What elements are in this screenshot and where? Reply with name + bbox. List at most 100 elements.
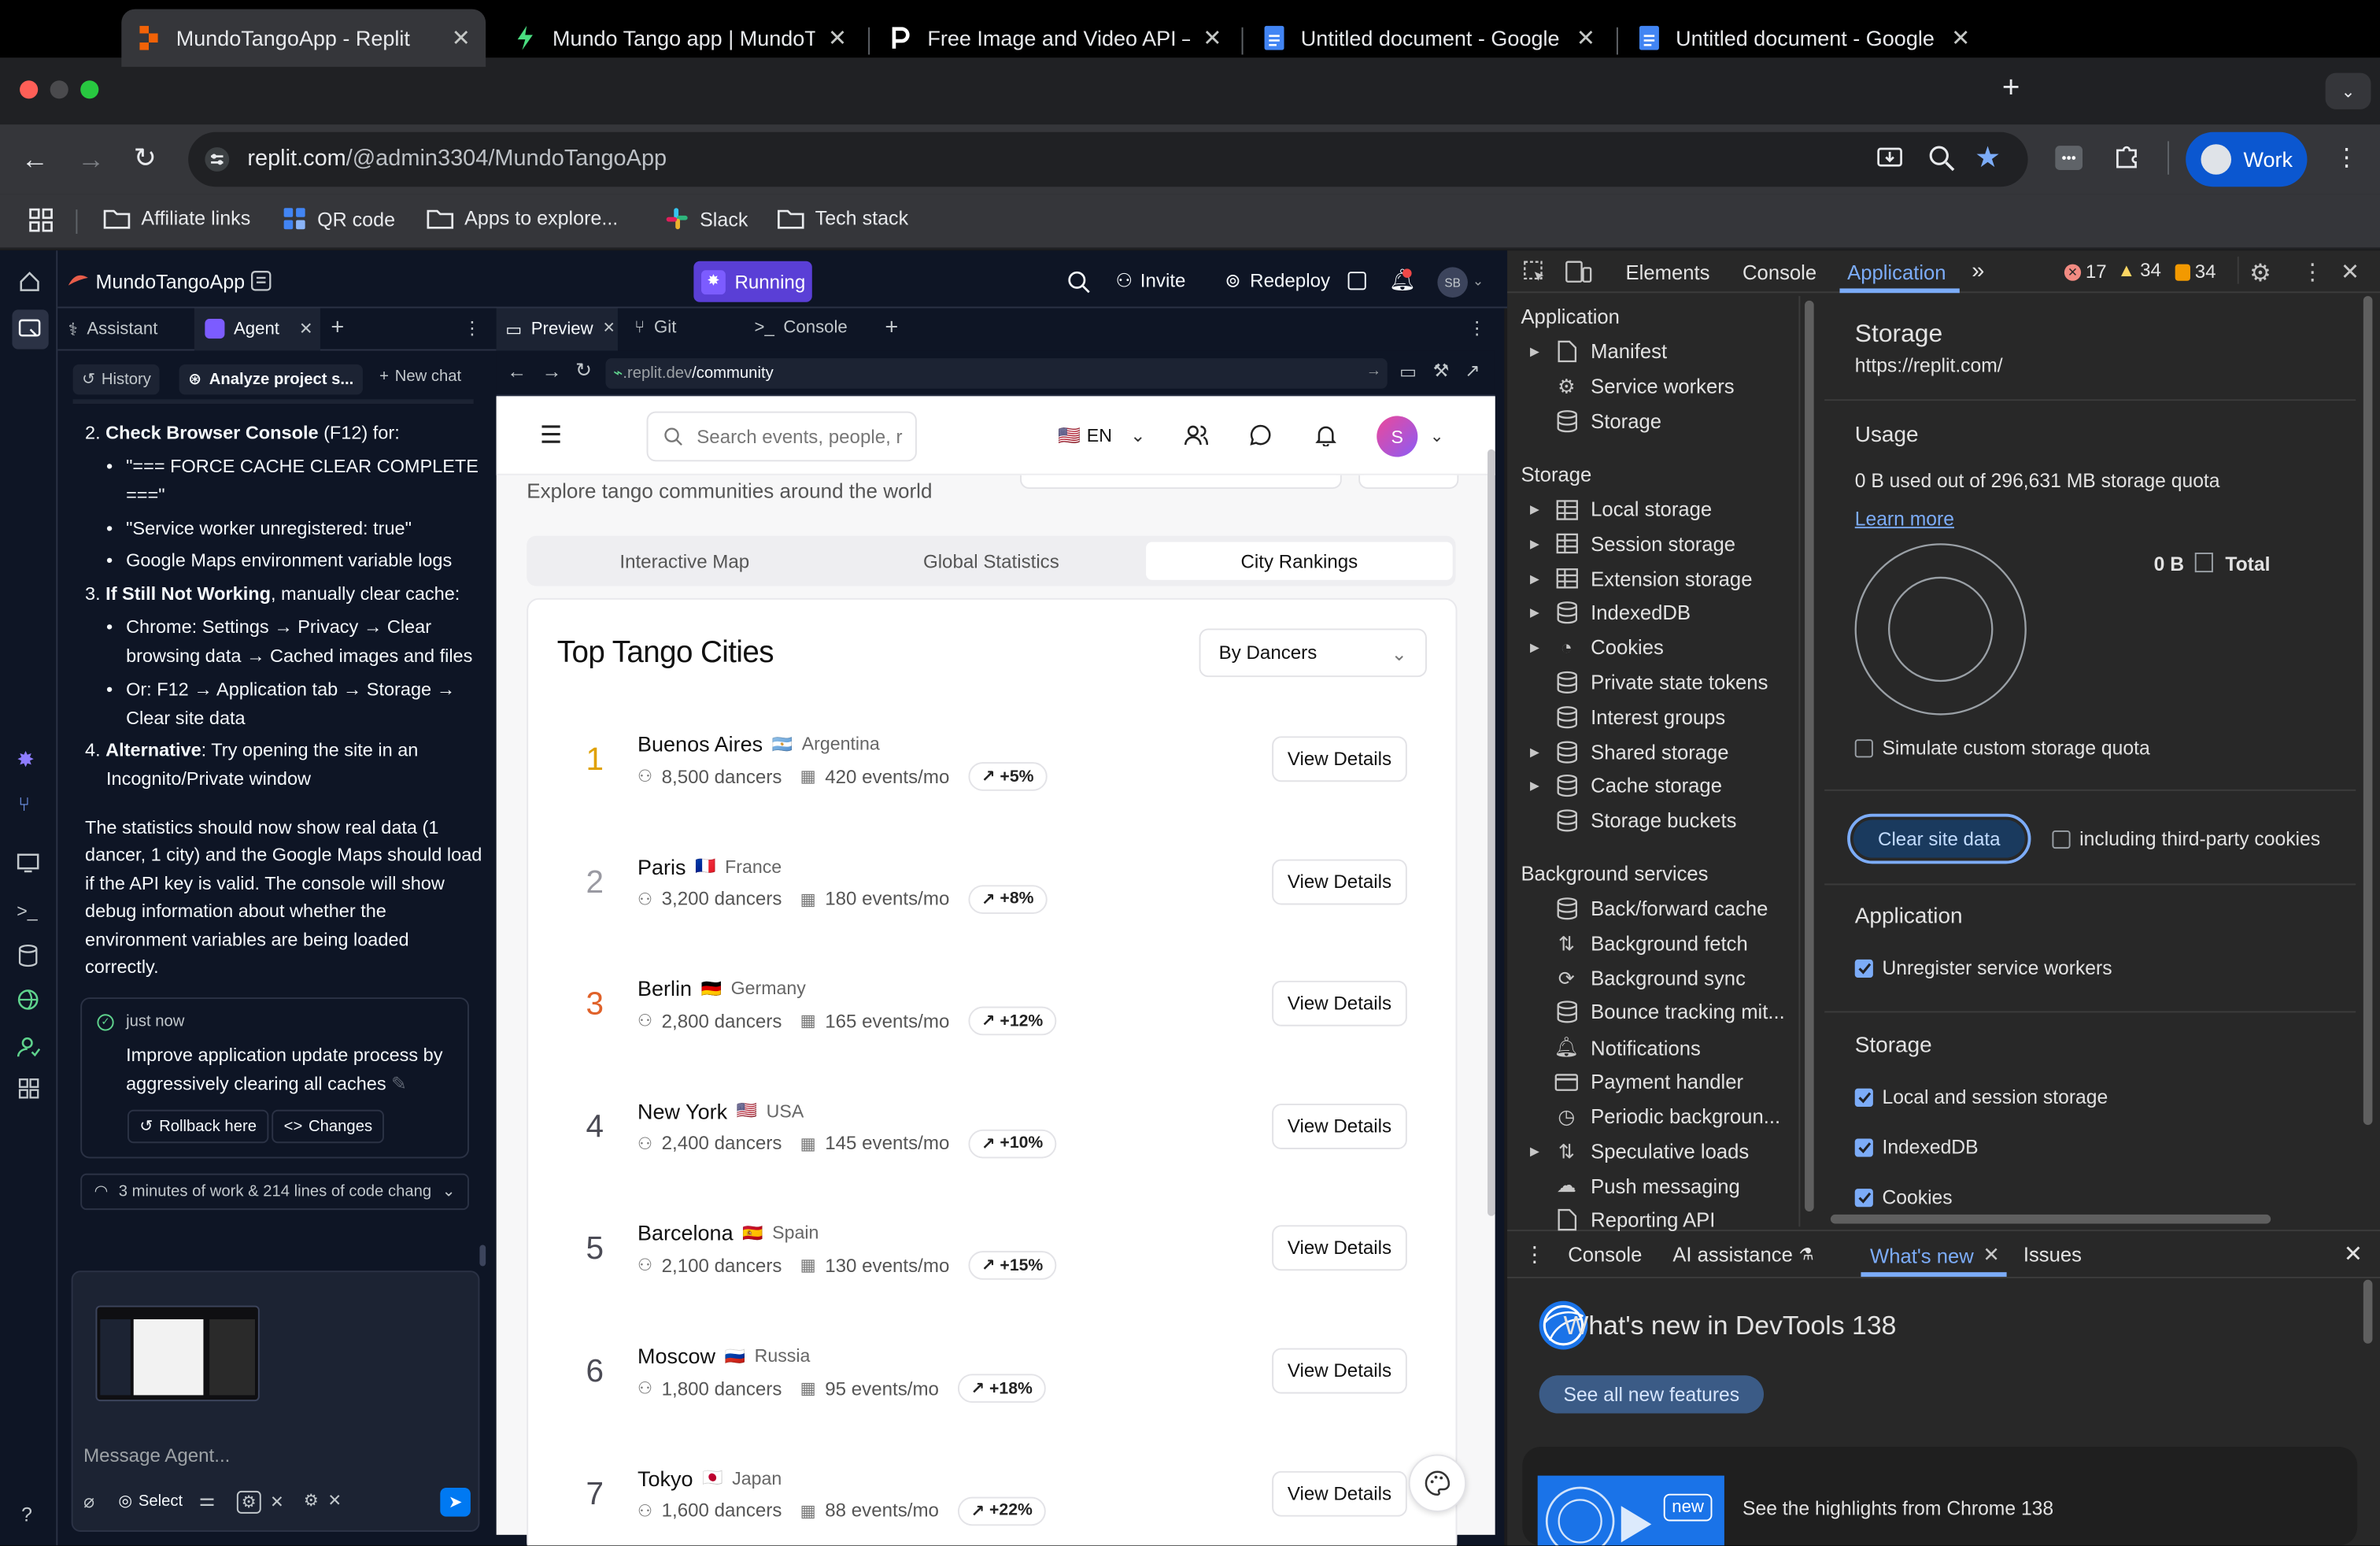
sidebar-item-cache-storage[interactable]: ▶ Cache storage bbox=[1530, 775, 1722, 797]
maximize-window-button[interactable] bbox=[80, 80, 99, 99]
avatar-chevron-icon[interactable]: ⌄ bbox=[1430, 427, 1444, 446]
drawer-tab-issues[interactable]: Issues bbox=[2023, 1244, 2082, 1267]
forward-arrow-icon[interactable]: → bbox=[77, 144, 105, 176]
tool-chip[interactable]: ⚙ ✕ bbox=[304, 1491, 342, 1511]
rail-agent-icon[interactable]: ✸ bbox=[17, 747, 35, 773]
view-details-button[interactable]: View Details bbox=[1272, 981, 1407, 1027]
extension-icon[interactable]: ••• bbox=[2055, 146, 2083, 171]
new-tab-button[interactable]: + bbox=[2002, 72, 2020, 106]
history-button[interactable]: ↺ History bbox=[72, 364, 161, 395]
pane-menu-icon[interactable]: ⋮ bbox=[463, 317, 481, 338]
close-drawer-icon[interactable]: ✕ bbox=[2344, 1241, 2363, 1268]
devtools-tab-application[interactable]: Application bbox=[1847, 261, 1946, 284]
attach-paperclip-icon[interactable]: ⌀ bbox=[83, 1491, 94, 1512]
view-details-button[interactable]: View Details bbox=[1272, 1348, 1407, 1394]
drawer-scrollbar[interactable] bbox=[2363, 1279, 2373, 1344]
clear-site-data-button[interactable]: Clear site data bbox=[1853, 819, 2025, 858]
install-app-icon[interactable] bbox=[1876, 144, 1904, 172]
drawer-tab-console[interactable]: Console bbox=[1568, 1244, 1642, 1267]
cookies-checkbox[interactable]: Cookies bbox=[1854, 1185, 1953, 1208]
running-status-button[interactable]: ✸ Running bbox=[693, 261, 812, 302]
sidebar-item-indexeddb[interactable]: ▶ IndexedDB bbox=[1530, 601, 1691, 624]
browser-tab-mundotango[interactable]: Mundo Tango app | MundoTan ✕ bbox=[498, 9, 863, 67]
preview-scrollbar[interactable] bbox=[1488, 449, 1495, 1216]
current-chat-button[interactable]: ⊛ Analyze project s... bbox=[179, 364, 363, 395]
avatar-chevron-icon[interactable]: ⌄ bbox=[1473, 273, 1484, 290]
drawer-menu-icon[interactable]: ⋮ bbox=[1524, 1242, 1545, 1268]
issues-count[interactable]: 34 bbox=[2175, 261, 2216, 283]
open-new-window-icon[interactable]: ↗ bbox=[1465, 360, 1480, 381]
tab-assistant[interactable]: ⚕ Assistant bbox=[68, 319, 158, 340]
sidebar-item-push-messaging[interactable]: ☁︎ Push messaging bbox=[1553, 1174, 1740, 1199]
tab-global-statistics[interactable]: Global Statistics bbox=[840, 542, 1144, 580]
reload-icon[interactable]: ↻ bbox=[134, 142, 157, 175]
project-name[interactable]: MundoTangoApp bbox=[96, 270, 246, 293]
rail-all-tools-icon[interactable] bbox=[18, 1078, 39, 1099]
rail-globe-icon[interactable] bbox=[17, 989, 39, 1012]
sidebar-item-payment-handler[interactable]: Payment handler bbox=[1553, 1071, 1743, 1093]
preview-forward-icon[interactable]: → bbox=[542, 360, 562, 383]
simulate-quota-checkbox[interactable]: Simulate custom storage quota bbox=[1854, 736, 2150, 759]
message-input[interactable]: Message Agent... bbox=[83, 1445, 230, 1466]
sidebar-item-session-storage[interactable]: ▶ Session storage bbox=[1530, 533, 1735, 556]
drawer-tab-ai-assistance[interactable]: AI assistance ⚗ bbox=[1672, 1244, 1813, 1267]
see-all-features-button[interactable]: See all new features bbox=[1539, 1375, 1765, 1414]
devtools-tab-elements[interactable]: Elements bbox=[1626, 261, 1710, 284]
pane-menu-icon[interactable]: ⋮ bbox=[1468, 317, 1486, 338]
help-icon[interactable]: ? bbox=[21, 1503, 32, 1526]
close-tab-icon[interactable]: ✕ bbox=[603, 320, 615, 337]
sidebar-item-interest-groups[interactable]: Interest groups bbox=[1553, 705, 1725, 728]
sidebar-item-private-state-tokens[interactable]: Private state tokens bbox=[1553, 671, 1768, 693]
app-notifications-icon[interactable] bbox=[1314, 423, 1337, 447]
deployment-copy-icon[interactable] bbox=[1347, 272, 1366, 290]
new-chat-button[interactable]: + New chat bbox=[379, 368, 461, 386]
close-tab-icon[interactable]: ✕ bbox=[1203, 24, 1221, 52]
highlights-link[interactable]: See the highlights from Chrome 138 bbox=[1743, 1497, 2053, 1520]
sidebar-item-bounce-tracking-mit-[interactable]: Bounce tracking mit... bbox=[1553, 1001, 1785, 1024]
redeploy-button[interactable]: ⊚ Redeploy bbox=[1225, 268, 1330, 291]
bookmark-affiliate-links[interactable]: Affiliate links bbox=[103, 206, 250, 229]
rail-git-icon[interactable]: ⑂ bbox=[18, 793, 30, 816]
unregister-sw-checkbox[interactable]: Unregister service workers bbox=[1854, 956, 2112, 979]
sidebar-item-periodic-backgroun-[interactable]: ◷ Periodic backgroun... bbox=[1553, 1105, 1780, 1130]
home-icon[interactable] bbox=[18, 270, 41, 293]
drawer-tab-whats-new[interactable]: What's new ✕ bbox=[1870, 1244, 2000, 1268]
browser-tab-gdoc-1[interactable]: Untitled document - Google D ✕ bbox=[1246, 9, 1610, 67]
sidebar-item-service-workers[interactable]: ⚙ Service workers bbox=[1553, 375, 1735, 399]
sidebar-item-reporting-api[interactable]: Reporting API bbox=[1553, 1209, 1715, 1231]
preview-reload-icon[interactable]: ↻ bbox=[575, 358, 592, 383]
sidebar-scrollbar[interactable] bbox=[1805, 300, 1814, 1212]
tab-preview[interactable]: ▭ Preview bbox=[505, 319, 593, 340]
more-tabs-icon[interactable]: » bbox=[1972, 258, 1984, 284]
devtools-tab-console[interactable]: Console bbox=[1743, 261, 1816, 284]
rail-preview-icon[interactable] bbox=[17, 853, 39, 873]
messages-icon[interactable] bbox=[1249, 423, 1272, 446]
agent-mode-chip[interactable]: ⚙ ✕ bbox=[236, 1490, 284, 1514]
app-user-avatar[interactable]: S bbox=[1377, 416, 1418, 457]
minimize-window-button[interactable] bbox=[50, 80, 68, 99]
sidebar-item-extension-storage[interactable]: ▶ Extension storage bbox=[1530, 568, 1752, 590]
hamburger-menu-icon[interactable] bbox=[539, 423, 564, 445]
browser-menu-icon[interactable]: ⋮ bbox=[2334, 142, 2359, 173]
view-details-button[interactable]: View Details bbox=[1272, 858, 1407, 904]
storage-hscrollbar[interactable] bbox=[1830, 1214, 2271, 1224]
close-tab-icon[interactable]: ✕ bbox=[452, 24, 471, 52]
bookmark-apps-to-explore[interactable]: Apps to explore... bbox=[427, 206, 618, 229]
devtools-settings-gear-icon[interactable]: ⚙ bbox=[2249, 258, 2271, 289]
indexeddb-checkbox[interactable]: IndexedDB bbox=[1854, 1136, 1979, 1159]
tab-search-chevron-icon[interactable]: ⌄ bbox=[2325, 72, 2371, 109]
bookmark-slack[interactable]: Slack bbox=[665, 206, 748, 231]
rail-users-icon[interactable] bbox=[17, 1035, 41, 1058]
error-count[interactable]: ✕ 17 bbox=[2064, 261, 2107, 283]
tab-agent[interactable]: Agent bbox=[205, 319, 279, 339]
sidebar-item-shared-storage[interactable]: ▶ Shared storage bbox=[1530, 740, 1729, 763]
view-details-button[interactable]: View Details bbox=[1272, 1103, 1407, 1149]
devtools-menu-icon[interactable]: ⋮ bbox=[2301, 258, 2324, 286]
device-toolbar-icon[interactable] bbox=[1565, 260, 1592, 284]
browser-tab-gdoc-2[interactable]: Untitled document - Google D ✕ bbox=[1621, 9, 1986, 67]
browser-tab-replit[interactable]: MundoTangoApp - Replit ✕ bbox=[121, 9, 486, 67]
profile-button[interactable]: Work bbox=[2186, 131, 2308, 187]
preview-back-icon[interactable]: ← bbox=[507, 360, 527, 383]
extensions-puzzle-icon[interactable] bbox=[2113, 142, 2141, 170]
close-tab-icon[interactable]: ✕ bbox=[1576, 24, 1595, 52]
